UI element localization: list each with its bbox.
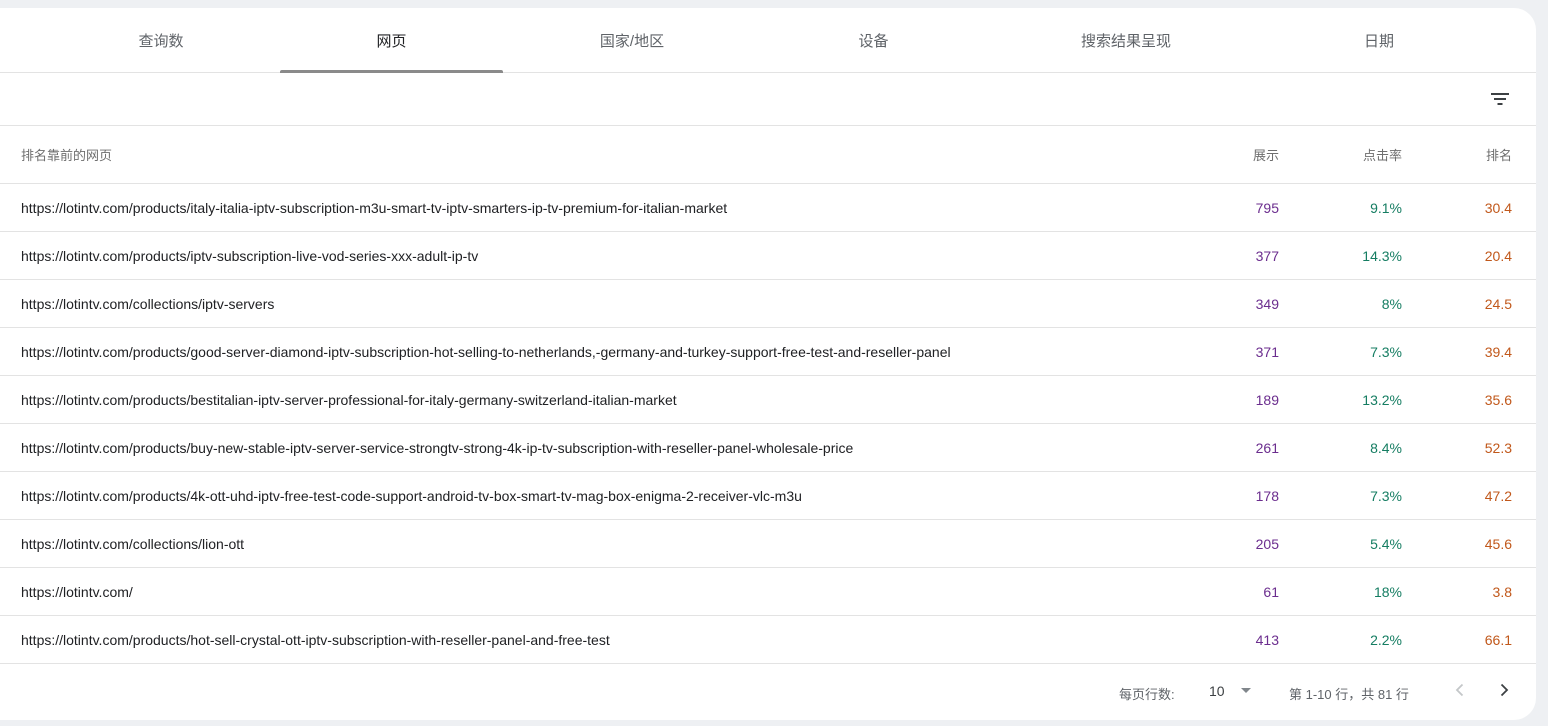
table-row[interactable]: https://lotintv.com/products/iptv-subscr… <box>0 231 1536 280</box>
chevron-right-icon[interactable] <box>1494 680 1514 700</box>
ctr-cell: 8.4% <box>1279 423 1402 472</box>
page-url-cell[interactable]: https://lotintv.com/products/italy-itali… <box>0 183 1200 232</box>
position-cell: 52.3 <box>1402 423 1536 472</box>
tab-label: 网页 <box>376 32 407 50</box>
position-cell: 3.8 <box>1402 567 1536 616</box>
table-row[interactable]: https://lotintv.com/products/good-server… <box>0 327 1536 376</box>
table-row[interactable]: https://lotintv.com/products/hot-sell-cr… <box>0 615 1536 664</box>
rows-per-page-label: 每页行数: <box>1119 687 1175 702</box>
impressions-cell: 178 <box>1200 471 1279 520</box>
chevron-left-icon[interactable] <box>1450 680 1470 700</box>
impressions-cell: 349 <box>1200 279 1279 328</box>
impressions-cell: 795 <box>1200 183 1279 232</box>
pagination-bar: 每页行数: 10 第 1-10 行，共 81 行 <box>0 664 1536 720</box>
table-header-row: 排名靠前的网页 展示 点击率 排名 <box>0 126 1536 184</box>
tab-label: 搜索结果呈现 <box>1080 32 1171 50</box>
pages-table: 排名靠前的网页 展示 点击率 排名 https://lotintv.com/pr… <box>0 126 1536 664</box>
ctr-cell: 13.2% <box>1279 375 1402 424</box>
page-url-cell[interactable]: https://lotintv.com/collections/iptv-ser… <box>0 279 1200 328</box>
ctr-cell: 2.2% <box>1279 615 1402 664</box>
rows-per-page-select[interactable]: 10 <box>1209 683 1225 699</box>
page-url-cell[interactable]: https://lotintv.com/ <box>0 567 1200 616</box>
arrow-drop-down-icon[interactable] <box>1238 682 1254 698</box>
ctr-cell: 18% <box>1279 567 1402 616</box>
ctr-cell: 9.1% <box>1279 183 1402 232</box>
table-row[interactable]: https://lotintv.com/products/4k-ott-uhd-… <box>0 471 1536 520</box>
pagination-range: 第 1-10 行，共 81 行 <box>1289 687 1409 702</box>
column-header-ctr[interactable]: 点击率 <box>1279 126 1402 184</box>
column-header-impressions[interactable]: 展示 <box>1200 126 1279 184</box>
tab-label: 查询数 <box>138 32 184 50</box>
impressions-cell: 371 <box>1200 327 1279 376</box>
impressions-cell: 189 <box>1200 375 1279 424</box>
position-cell: 45.6 <box>1402 519 1536 568</box>
tab-queries[interactable]: 查询数 <box>50 8 272 72</box>
position-cell: 39.4 <box>1402 327 1536 376</box>
ctr-cell: 7.3% <box>1279 471 1402 520</box>
table-row[interactable]: https://lotintv.com/ 61 18% 3.8 <box>0 567 1536 616</box>
tab-dates[interactable]: 日期 <box>1268 8 1490 72</box>
tab-devices[interactable]: 设备 <box>762 8 985 72</box>
position-cell: 66.1 <box>1402 615 1536 664</box>
impressions-cell: 413 <box>1200 615 1279 664</box>
impressions-cell: 261 <box>1200 423 1279 472</box>
page-url-cell[interactable]: https://lotintv.com/products/iptv-subscr… <box>0 231 1200 280</box>
tab-search-appearance[interactable]: 搜索结果呈现 <box>1003 8 1249 72</box>
impressions-cell: 61 <box>1200 567 1279 616</box>
ctr-cell: 8% <box>1279 279 1402 328</box>
table-row[interactable]: https://lotintv.com/products/italy-itali… <box>0 183 1536 232</box>
tab-label: 国家/地区 <box>599 32 665 50</box>
table-toolbar <box>0 73 1536 126</box>
page-url-cell[interactable]: https://lotintv.com/products/4k-ott-uhd-… <box>0 471 1200 520</box>
position-cell: 24.5 <box>1402 279 1536 328</box>
page-url-cell[interactable]: https://lotintv.com/products/hot-sell-cr… <box>0 615 1200 664</box>
table-row[interactable]: https://lotintv.com/products/buy-new-sta… <box>0 423 1536 472</box>
table-row[interactable]: https://lotintv.com/products/bestitalian… <box>0 375 1536 424</box>
page-url-cell[interactable]: https://lotintv.com/products/bestitalian… <box>0 375 1200 424</box>
position-cell: 30.4 <box>1402 183 1536 232</box>
filter-button[interactable] <box>1484 83 1516 115</box>
column-header-page[interactable]: 排名靠前的网页 <box>0 126 1200 184</box>
ctr-cell: 5.4% <box>1279 519 1402 568</box>
page-url-cell[interactable]: https://lotintv.com/products/buy-new-sta… <box>0 423 1200 472</box>
dimension-tabs: 查询数 网页 国家/地区 设备 搜索结果呈现 日期 <box>0 8 1536 73</box>
impressions-cell: 205 <box>1200 519 1279 568</box>
position-cell: 20.4 <box>1402 231 1536 280</box>
filter-icon <box>1491 93 1509 105</box>
tab-countries[interactable]: 国家/地区 <box>520 8 744 72</box>
impressions-cell: 377 <box>1200 231 1279 280</box>
column-header-position[interactable]: 排名 <box>1402 126 1536 184</box>
ctr-cell: 7.3% <box>1279 327 1402 376</box>
ctr-cell: 14.3% <box>1279 231 1402 280</box>
tab-pages[interactable]: 网页 <box>280 8 503 73</box>
tab-label: 设备 <box>858 32 889 50</box>
page-url-cell[interactable]: https://lotintv.com/collections/lion-ott <box>0 519 1200 568</box>
performance-card: 查询数 网页 国家/地区 设备 搜索结果呈现 日期 排名靠前的网页 展示 点击率… <box>0 8 1536 720</box>
page-url-cell[interactable]: https://lotintv.com/products/good-server… <box>0 327 1200 376</box>
table-row[interactable]: https://lotintv.com/collections/lion-ott… <box>0 519 1536 568</box>
position-cell: 35.6 <box>1402 375 1536 424</box>
position-cell: 47.2 <box>1402 471 1536 520</box>
table-row[interactable]: https://lotintv.com/collections/iptv-ser… <box>0 279 1536 328</box>
tab-label: 日期 <box>1363 32 1394 50</box>
